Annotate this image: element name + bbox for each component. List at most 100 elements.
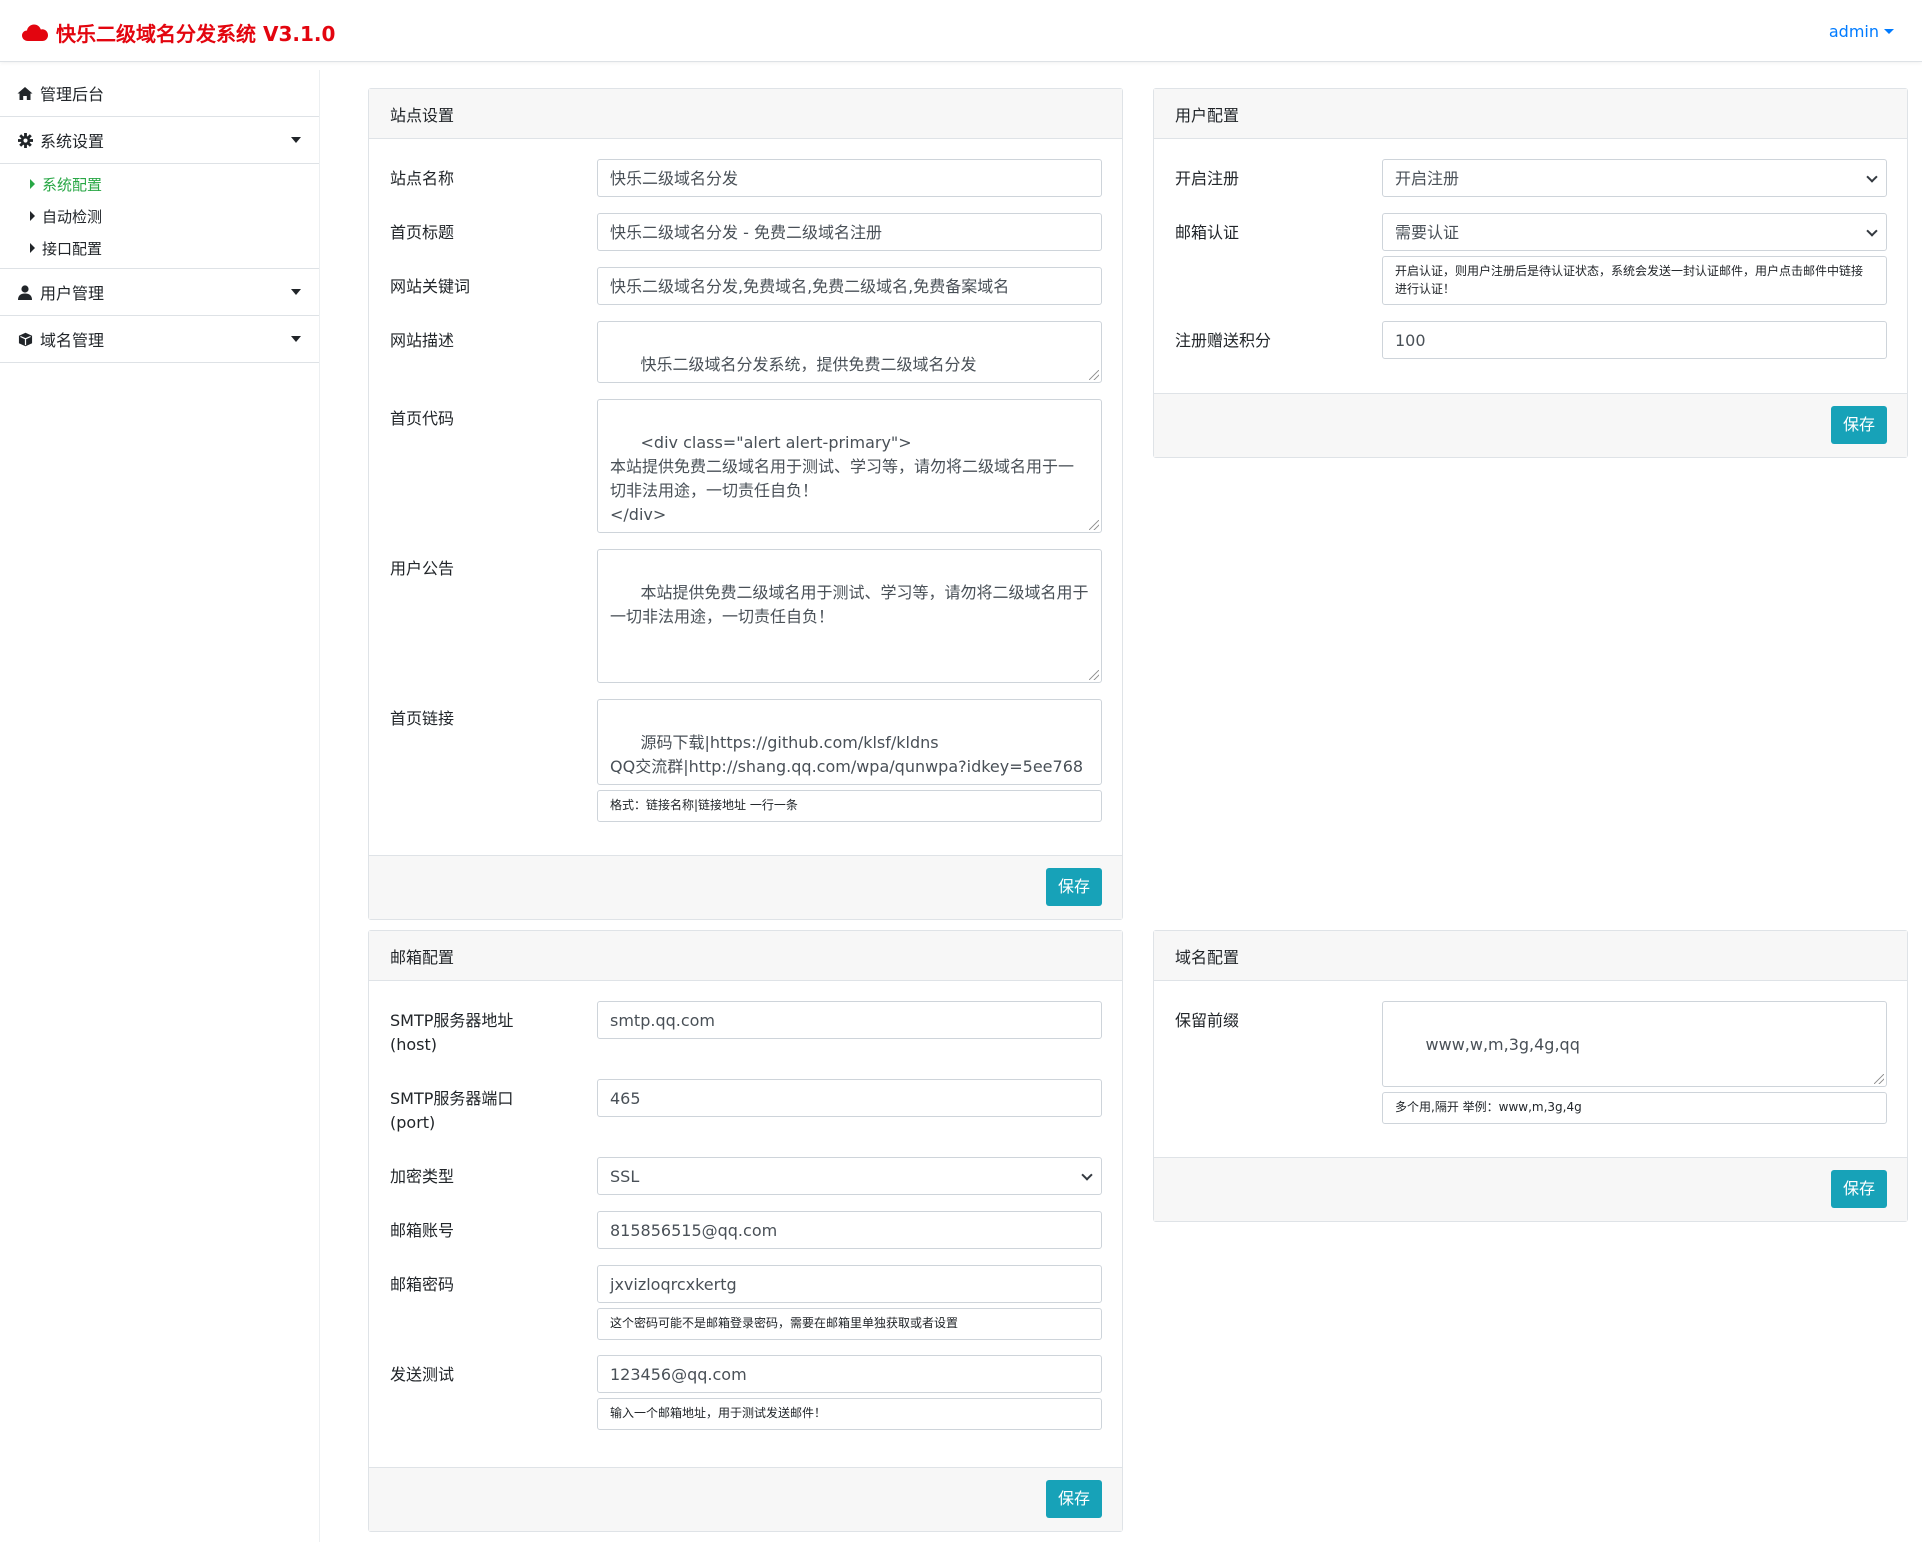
field-label: 首页代码	[390, 409, 455, 428]
resize-handle[interactable]	[1089, 670, 1099, 680]
sidebar-item-user-management[interactable]: 用户管理	[0, 269, 319, 316]
chevron-down-icon	[291, 289, 301, 295]
encryption-select[interactable]: SSL	[597, 1157, 1102, 1195]
home-code-textarea[interactable]: <div class="alert alert-primary"> 本站提供免费…	[597, 399, 1102, 533]
field-label: 首页标题	[390, 223, 455, 242]
brand[interactable]: 快乐二级域名分发系统 V3.1.0	[22, 18, 335, 47]
send-test-input[interactable]: 123456@qq.com	[597, 1355, 1102, 1393]
field-label: 邮箱账号	[390, 1221, 455, 1240]
field-label: 用户公告	[390, 559, 455, 578]
resize-handle[interactable]	[1874, 1074, 1884, 1084]
field-label: 邮箱密码	[390, 1275, 455, 1294]
chevron-down-icon	[1884, 29, 1894, 34]
home-title-input[interactable]: 快乐二级域名分发 - 免费二级域名注册	[597, 213, 1102, 251]
mail-password-help: 这个密码可能不是邮箱登录密码，需要在邮箱里单独获取或者设置	[597, 1308, 1102, 1340]
field-label: 加密类型	[390, 1167, 455, 1186]
app-title: 快乐二级域名分发系统 V3.1.0	[56, 22, 336, 46]
announcement-textarea[interactable]: 本站提供免费二级域名用于测试、学习等，请勿将二级域名用于一切非法用途，一切责任自…	[597, 549, 1102, 683]
reserved-prefix-text: www,w,m,3g,4g,qq	[1425, 1035, 1580, 1054]
chevron-down-icon	[1081, 1169, 1093, 1181]
field-label: 开启注册	[1175, 169, 1240, 188]
select-value: 开启注册	[1395, 169, 1460, 188]
field-label: 邮箱认证	[1175, 223, 1240, 242]
mail-password-input[interactable]: jxvizloqrcxkertg	[597, 1265, 1102, 1303]
reserved-prefix-help: 多个用,隔开 举例：www,m,3g,4g	[1382, 1092, 1887, 1124]
sidebar-subitem-label: 接口配置	[42, 239, 103, 258]
select-value: 需要认证	[1395, 223, 1460, 242]
site-name-input[interactable]: 快乐二级域名分发	[597, 159, 1102, 197]
chevron-down-icon	[291, 137, 301, 143]
field-label: 网站描述	[390, 331, 455, 350]
sidebar-item-label: 用户管理	[40, 284, 105, 303]
home-links-help: 格式：链接名称|链接地址 一行一条	[597, 790, 1102, 822]
chevron-down-icon	[1866, 225, 1878, 237]
sidebar-item-label: 管理后台	[40, 85, 105, 104]
gear-icon	[16, 131, 34, 149]
description-textarea[interactable]: 快乐二级域名分发系统，提供免费二级域名分发	[597, 321, 1102, 383]
home-code-text: <div class="alert alert-primary"> 本站提供免费…	[610, 433, 1075, 524]
cube-icon	[16, 330, 34, 348]
keywords-input[interactable]: 快乐二级域名分发,免费域名,免费二级域名,免费备案域名	[597, 267, 1102, 305]
card-title: 站点设置	[369, 89, 1122, 139]
card-footer: 保存	[369, 855, 1122, 919]
sidebar-subitem-label: 自动检测	[42, 207, 103, 226]
field-label: SMTP服务器端口(port)	[390, 1089, 514, 1132]
field-label: SMTP服务器地址(host)	[390, 1011, 514, 1054]
select-value: SSL	[610, 1167, 640, 1186]
field-label: 保留前缀	[1175, 1011, 1240, 1030]
register-points-input[interactable]: 100	[1382, 321, 1887, 359]
caret-right-icon	[30, 243, 35, 253]
mail-account-input[interactable]: 815856515@qq.com	[597, 1211, 1102, 1249]
home-icon	[16, 84, 34, 102]
home-links-textarea[interactable]: 源码下载|https://github.com/klsf/kldns QQ交流群…	[597, 699, 1102, 785]
user-icon	[16, 283, 34, 301]
field-label: 网站关键词	[390, 277, 471, 296]
sidebar-subitem-label: 系统配置	[42, 175, 103, 194]
resize-handle[interactable]	[1089, 370, 1099, 380]
save-button[interactable]: 保存	[1830, 406, 1887, 444]
save-button[interactable]: 保存	[1045, 1480, 1102, 1518]
send-test-help: 输入一个邮箱地址，用于测试发送邮件！	[597, 1398, 1102, 1430]
resize-handle[interactable]	[1089, 520, 1099, 530]
sidebar: 管理后台 系统设置 系统配置 自动检测 接口配置 用户管理 域名管理	[0, 70, 320, 1542]
mail-config-card: 邮箱配置 SMTP服务器地址(host) smtp.qq.com SMTP服务器…	[368, 930, 1123, 1532]
sidebar-subitem-system-config[interactable]: 系统配置	[30, 168, 319, 200]
home-links-text: 源码下载|https://github.com/klsf/kldns QQ交流群…	[610, 733, 1084, 784]
sidebar-item-admin[interactable]: 管理后台	[0, 70, 319, 117]
sidebar-subitem-api-config[interactable]: 接口配置	[30, 232, 319, 264]
top-navbar: 快乐二级域名分发系统 V3.1.0 admin	[0, 0, 1922, 62]
user-menu[interactable]: admin	[1829, 22, 1894, 41]
email-verify-help: 开启认证，则用户注册后是待认证状态，系统会发送一封认证邮件，用户点击邮件中链接进…	[1382, 256, 1887, 305]
sidebar-item-domain-management[interactable]: 域名管理	[0, 316, 319, 363]
field-label: 注册赠送积分	[1175, 331, 1272, 350]
domain-config-card: 域名配置 保留前缀 www,w,m,3g,4g,qq 多个用,隔开 举例：www…	[1153, 930, 1908, 1222]
field-label: 发送测试	[390, 1365, 455, 1384]
field-label: 首页链接	[390, 709, 455, 728]
email-verify-select[interactable]: 需要认证	[1382, 213, 1887, 251]
caret-right-icon	[30, 179, 35, 189]
sidebar-item-label: 系统设置	[40, 132, 105, 151]
card-footer: 保存	[1154, 393, 1907, 457]
chevron-down-icon	[291, 336, 301, 342]
card-title: 用户配置	[1154, 89, 1907, 139]
card-title: 域名配置	[1154, 931, 1907, 981]
sidebar-subitem-auto-check[interactable]: 自动检测	[30, 200, 319, 232]
announcement-text: 本站提供免费二级域名用于测试、学习等，请勿将二级域名用于一切非法用途，一切责任自…	[610, 583, 1089, 626]
chevron-down-icon	[1866, 171, 1878, 183]
sidebar-item-system-settings[interactable]: 系统设置	[0, 117, 319, 164]
site-settings-card: 站点设置 站点名称 快乐二级域名分发 首页标题 快乐二级域名分发 - 免费二级域…	[368, 88, 1123, 920]
save-button[interactable]: 保存	[1830, 1170, 1887, 1208]
user-name: admin	[1828, 22, 1879, 41]
save-button[interactable]: 保存	[1045, 868, 1102, 906]
card-footer: 保存	[369, 1467, 1122, 1531]
description-text: 快乐二级域名分发系统，提供免费二级域名分发	[640, 355, 977, 374]
smtp-port-input[interactable]: 465	[597, 1079, 1102, 1117]
field-label: 站点名称	[390, 169, 455, 188]
sidebar-item-label: 域名管理	[40, 331, 105, 350]
card-title: 邮箱配置	[369, 931, 1122, 981]
enable-register-select[interactable]: 开启注册	[1382, 159, 1887, 197]
user-config-card: 用户配置 开启注册 开启注册 邮箱认证 需要认证 开启认证，则用户注册后是待认证…	[1153, 88, 1908, 458]
caret-right-icon	[30, 211, 35, 221]
smtp-host-input[interactable]: smtp.qq.com	[597, 1001, 1102, 1039]
reserved-prefix-textarea[interactable]: www,w,m,3g,4g,qq	[1382, 1001, 1887, 1087]
